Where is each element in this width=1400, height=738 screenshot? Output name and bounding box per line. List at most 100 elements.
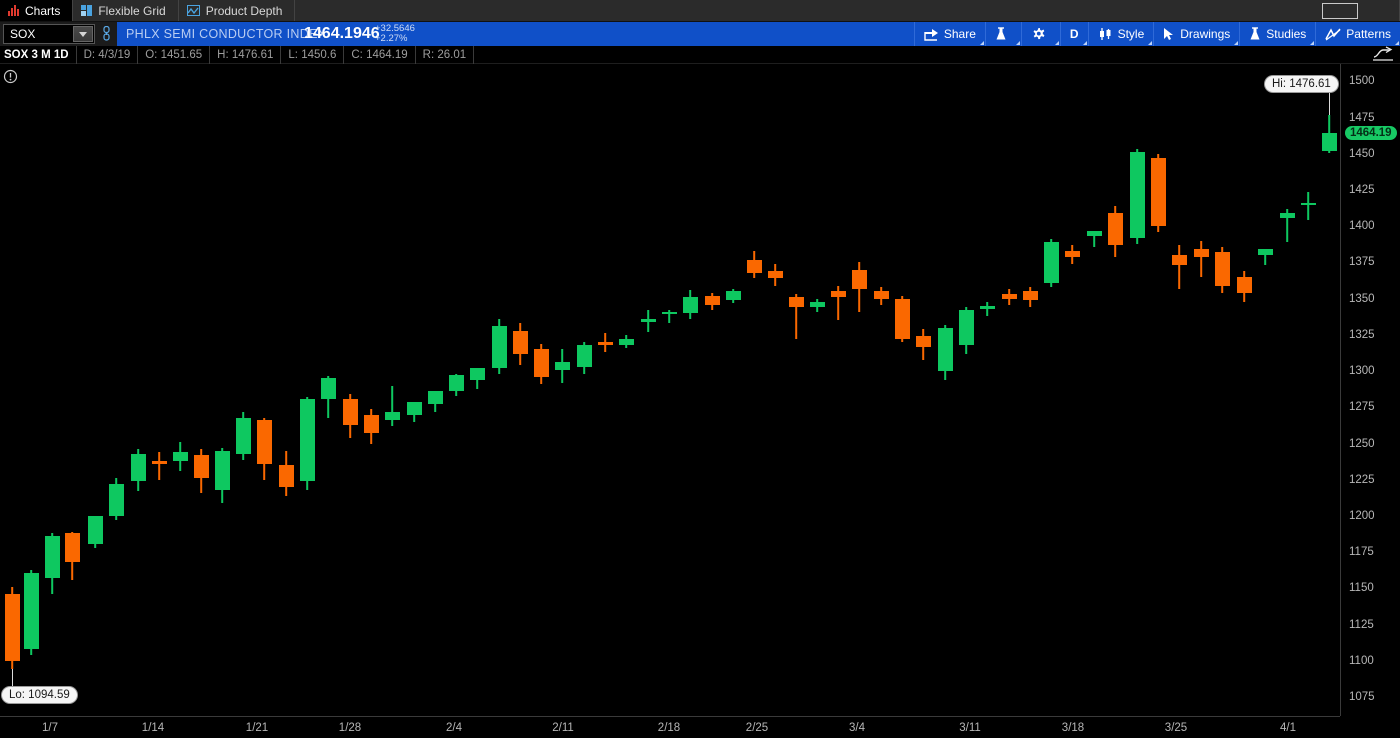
candle-body <box>214 450 230 490</box>
candlestick <box>1064 245 1080 264</box>
share-label: Share <box>943 27 976 41</box>
candlestick <box>1321 115 1337 153</box>
candle-body <box>873 291 889 299</box>
candlestick <box>469 368 485 389</box>
candlestick <box>682 290 698 319</box>
bar-chart-icon <box>8 5 19 16</box>
price-tick-label: 1225 <box>1349 473 1375 486</box>
candlestick <box>979 301 995 317</box>
corner-marker <box>1054 41 1059 45</box>
studies-label: Studies <box>1266 27 1307 41</box>
drawings-label: Drawings <box>1180 27 1231 41</box>
candle-body <box>618 339 634 346</box>
studies-button[interactable]: Studies <box>1239 22 1315 46</box>
price-axis[interactable]: 1464.19 1500 1475 1450 1425 1400 1375 1350 1325… <box>1340 46 1400 716</box>
candle-body <box>320 378 336 399</box>
candle-body <box>704 295 720 305</box>
candle-body <box>1171 255 1187 266</box>
candlestick <box>87 516 103 548</box>
candle-body <box>1086 230 1102 237</box>
app-tab-flexible-grid[interactable]: Flexible Grid <box>73 0 179 21</box>
ohlc-low: L: 1450.6 <box>281 45 345 64</box>
timeframe-label: D <box>1069 27 1079 41</box>
candle-body <box>851 269 867 289</box>
price-tick-label: 1075 <box>1349 691 1375 704</box>
candlestick <box>1022 287 1038 308</box>
candle-body <box>427 391 443 405</box>
index-name: PHLX SEMI CONDUCTOR INDEX <box>126 27 327 41</box>
candle-body <box>87 516 103 544</box>
candlestick <box>1279 208 1295 243</box>
candle-body <box>1022 291 1038 301</box>
candle-body <box>1107 213 1123 246</box>
app-tab-charts[interactable]: Charts <box>0 0 74 21</box>
candle-wick <box>1200 240 1202 277</box>
candlestick-plot[interactable]: Hi: 1476.61 Lo: 1094.59 <box>0 64 1340 716</box>
chart-region: Hi: 1476.61 Lo: 1094.59 1464.19 1500 1475 1… <box>0 46 1400 738</box>
candle-body <box>256 420 272 464</box>
price-tick-label: 1475 <box>1349 111 1375 124</box>
candlestick <box>64 531 80 580</box>
candle-body <box>1279 213 1295 218</box>
candlestick <box>108 478 124 521</box>
style-button[interactable]: Style <box>1087 22 1154 46</box>
candle-body <box>682 297 698 314</box>
corner-marker <box>1234 41 1239 45</box>
patterns-label: Patterns <box>1346 27 1391 41</box>
candlestick <box>873 287 889 305</box>
chevron-down-icon[interactable] <box>73 26 93 42</box>
date-tick-label: 3/25 <box>1164 722 1188 734</box>
high-callout: Hi: 1476.61 <box>1265 76 1338 93</box>
candlestick <box>1257 249 1273 266</box>
timeframe-button[interactable]: D <box>1059 22 1088 46</box>
date-tick-label: 3/4 <box>849 722 865 734</box>
candle-body <box>1236 276 1252 293</box>
price-tick-label: 1450 <box>1349 147 1375 160</box>
candle-body <box>661 311 677 314</box>
patterns-button[interactable]: Patterns <box>1315 22 1400 46</box>
candle-body <box>1129 152 1145 238</box>
candle-body <box>937 327 953 372</box>
candlestick <box>235 411 251 460</box>
candle-body <box>533 349 549 377</box>
candlestick <box>725 288 741 304</box>
candlestick <box>214 447 230 503</box>
app-tab-product-depth[interactable]: Product Depth <box>179 0 296 21</box>
candlestick <box>746 250 762 279</box>
last-price-tag: 1464.19 <box>1345 126 1397 141</box>
depth-icon <box>186 5 200 16</box>
candlestick <box>1300 191 1316 221</box>
candlestick <box>406 401 422 422</box>
date-tick-label: 1/21 <box>245 722 269 734</box>
layout-preview-box[interactable] <box>1322 3 1358 19</box>
ohlc-strip: SOX 3 M 1D D: 4/3/19 O: 1451.65 H: 1476.… <box>0 45 1400 64</box>
symbol-box[interactable] <box>3 24 95 44</box>
candle-body <box>894 298 910 340</box>
app-tab-strip: Charts Flexible Grid Product Depth <box>0 0 1400 22</box>
price-tick-label: 1325 <box>1349 328 1375 341</box>
price-tick-label: 1125 <box>1349 618 1374 631</box>
studies-flask-button[interactable] <box>984 22 1021 46</box>
time-axis[interactable]: 1/7 1/14 1/21 1/28 2/4 2/11 2/18 2/25 3/4 3/11 3/1… <box>0 716 1340 738</box>
drawings-button[interactable]: Drawings <box>1153 22 1239 46</box>
change-percent: +2.27% <box>375 33 408 44</box>
candle-body <box>830 291 846 298</box>
date-tick-label: 1/14 <box>141 722 165 734</box>
date-tick-label: 2/4 <box>446 722 462 734</box>
candle-body <box>512 330 528 354</box>
symbol-input[interactable] <box>4 25 72 43</box>
price-tick-label: 1300 <box>1349 365 1375 378</box>
candlestick <box>640 310 656 333</box>
candlestick <box>767 263 783 286</box>
settings-button[interactable] <box>1020 22 1060 46</box>
candlestick <box>1193 240 1209 277</box>
link-icon[interactable] <box>95 22 117 46</box>
price-tick-label: 1425 <box>1349 184 1375 197</box>
candlestick <box>320 375 336 418</box>
line-chart-icon[interactable] <box>1372 46 1394 62</box>
share-button[interactable]: Share <box>913 22 985 46</box>
candle-body <box>1193 249 1209 257</box>
candlestick <box>533 343 549 385</box>
candlestick <box>1129 149 1145 244</box>
candle-body <box>342 398 358 425</box>
